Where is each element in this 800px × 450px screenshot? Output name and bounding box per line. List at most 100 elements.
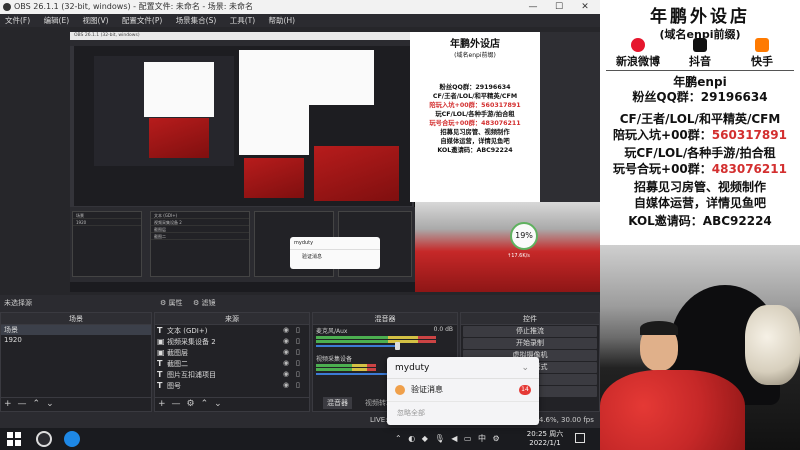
microphone-icon[interactable]: 🎙 <box>434 434 444 443</box>
volume-meter <box>316 368 376 371</box>
douyin-icon <box>693 38 707 52</box>
remove-icon[interactable]: — <box>172 399 181 409</box>
source-row[interactable]: T 截图二 ◉ ▯ <box>155 358 309 369</box>
preview-promo-qq: 粉丝QQ群：29196634 <box>439 84 511 91</box>
streamer-camera <box>600 245 800 450</box>
camera-icon: ▣ <box>157 337 165 346</box>
windows-taskbar: ⌃ ◐ ◆ 🎙 ◀ ▭ 中 ⚙ 20:25 周六 2022/1/1 <box>0 428 600 450</box>
menu-bar: 文件(F) 编辑(E) 视图(V) 配置文件(P) 场景集合(S) 工具(T) … <box>0 14 600 27</box>
nested-deep-promo <box>144 62 214 117</box>
menu-profile[interactable]: 配置文件(P) <box>122 16 162 25</box>
windows-start-icon[interactable] <box>6 431 22 447</box>
preview-promo-l6: 自媒体运营，详情见鱼吧 <box>440 138 510 145</box>
browser-taskbar-icon[interactable] <box>64 431 80 447</box>
lock-icon: ▯ <box>296 326 300 334</box>
promo-line7: KOL邀请码：ABC92224 <box>628 214 772 228</box>
tab-mixer[interactable]: 混音器 <box>323 397 352 409</box>
chevron-down-icon[interactable]: ⌄ <box>521 357 529 379</box>
move-up-icon[interactable]: ⌃ <box>201 399 209 409</box>
unread-count-badge: 14 <box>519 385 531 395</box>
add-icon[interactable]: + <box>4 399 12 409</box>
promo-title: 年鹏外设店 <box>650 7 750 27</box>
volume-knob[interactable] <box>395 342 400 350</box>
add-icon[interactable]: + <box>158 399 166 409</box>
mixer-channel-mic: 麦克风/Aux 0.0 dB <box>313 325 457 353</box>
divider <box>606 70 794 71</box>
clock-time: 20:25 周六 <box>526 430 564 438</box>
close-button[interactable]: ✕ <box>572 0 598 14</box>
window-title: OBS 26.1.1 (32-bit, windows) - 配置文件: 未命名… <box>14 2 254 11</box>
preview-promo-l1: CF/王者/LOL/和平精英/CFM <box>432 93 518 100</box>
tray-app-icon[interactable]: ◆ <box>422 434 428 443</box>
filters-button[interactable]: ⚙ 滤镜 <box>193 295 216 312</box>
preview-mini-notification: myduty 验证消息 <box>290 237 380 269</box>
scene-item[interactable]: 1920 <box>1 335 151 345</box>
no-source-label: 未选择源 <box>4 299 32 307</box>
source-row[interactable]: T 图片互扣浦项目 ◉ ▯ <box>155 369 309 380</box>
volume-meter <box>316 336 436 339</box>
move-up-icon[interactable]: ⌃ <box>33 399 41 409</box>
nested-title: OBS 26.1.1 (32-bit, windows) <box>70 32 415 40</box>
source-row[interactable]: ▣ 视频采集设备 2 ◉ ▯ <box>155 336 309 347</box>
move-down-icon[interactable]: ⌄ <box>214 399 222 409</box>
scenes-footer: + — ⌃ ⌄ <box>1 397 151 411</box>
nested-taskbar <box>70 282 415 292</box>
preview-promo-card: 年鹏外设店 (域名enpi前缀) 粉丝QQ群：29196634 CF/王者/LO… <box>410 32 540 202</box>
gear-icon[interactable]: ⚙ <box>187 399 195 409</box>
nested-streamer <box>244 158 304 198</box>
move-down-icon[interactable]: ⌄ <box>46 399 54 409</box>
lock-icon: ▯ <box>296 348 300 356</box>
notification-popup[interactable]: myduty ⌄ 验证消息 14 忽略全部 <box>387 357 539 425</box>
source-toolbar: 未选择源 ⚙ 属性 ⚙ 滤镜 <box>0 295 600 312</box>
notification-item[interactable]: 验证消息 14 <box>387 379 539 401</box>
text-icon: T <box>157 359 163 368</box>
preview-promo-l2: 陪玩入坑+00群：560317891 <box>429 102 521 109</box>
channel-level: 0.0 dB <box>433 326 453 333</box>
notification-center-icon[interactable] <box>575 433 585 443</box>
obs-taskbar-icon[interactable] <box>36 431 52 447</box>
menu-help[interactable]: 帮助(H) <box>269 16 296 25</box>
menu-view[interactable]: 视图(V) <box>83 16 109 25</box>
eye-icon: ◉ <box>283 381 290 389</box>
minimize-button[interactable]: — <box>520 0 546 14</box>
clock[interactable]: 20:25 周六 2022/1/1 <box>525 430 565 448</box>
channel-name: 麦克风/Aux <box>316 328 348 335</box>
remove-icon[interactable]: — <box>18 399 27 409</box>
promo-panel: 年鹏外设店 (域名enpi前缀) 新浪微博 抖音 快手 年鹏enpi 粉丝QQ群… <box>600 0 800 245</box>
stop-streaming-button[interactable]: 停止推流 <box>463 326 597 337</box>
menu-scene-collection[interactable]: 场景集合(S) <box>176 16 217 25</box>
preview-area[interactable]: OBS 26.1.1 (32-bit, windows) 场景 1920 文本 … <box>0 27 600 295</box>
preview-streamer-video: 19% ↑17.6K/s <box>415 202 600 292</box>
volume-slider[interactable] <box>316 345 396 347</box>
start-recording-button[interactable]: 开始录制 <box>463 338 597 349</box>
source-row[interactable]: T 图号 ◉ ▯ <box>155 380 309 391</box>
source-row[interactable]: T 文本 (GDI+) ◉ ▯ <box>155 325 309 336</box>
ime-indicator[interactable]: 中 <box>478 434 486 443</box>
sources-dock: 来源 T 文本 (GDI+) ◉ ▯ ▣ 视频采集设备 2 ◉ ▯ ▣ 截图层 ◉ ▯ T 截图二 ◉… <box>154 312 310 412</box>
social-kuaishou: 快手 <box>732 38 792 69</box>
text-icon: T <box>157 381 163 390</box>
notification-item-label: 验证消息 <box>411 385 443 394</box>
lock-icon: ▯ <box>296 381 300 389</box>
volume-icon[interactable]: ◀ <box>451 434 457 443</box>
promo-line2: 陪玩入坑+00群：560317891 <box>613 128 787 142</box>
promo-qq: 粉丝QQ群：29196634 <box>632 90 768 104</box>
tray-app-icon-2[interactable]: ⚙ <box>493 434 500 443</box>
maximize-button[interactable]: ☐ <box>546 0 572 14</box>
nested-preview <box>74 46 412 206</box>
screen: OBS 26.1.1 (32-bit, windows) - 配置文件: 未命名… <box>0 0 800 450</box>
display-icon[interactable]: ▭ <box>464 434 472 443</box>
menu-tools[interactable]: 工具(T) <box>230 16 255 25</box>
social-weibo: 新浪微博 <box>608 38 668 69</box>
menu-file[interactable]: 文件(F) <box>5 16 30 25</box>
network-icon[interactable]: ◐ <box>408 434 415 443</box>
volume-slider[interactable] <box>316 373 396 375</box>
source-row[interactable]: ▣ 截图层 ◉ ▯ <box>155 347 309 358</box>
ignore-all-button[interactable]: 忽略全部 <box>387 401 539 423</box>
preview-canvas[interactable]: OBS 26.1.1 (32-bit, windows) 场景 1920 文本 … <box>70 32 600 292</box>
clock-date: 2022/1/1 <box>529 439 561 447</box>
chevron-up-icon[interactable]: ⌃ <box>395 434 402 443</box>
menu-edit[interactable]: 编辑(E) <box>44 16 70 25</box>
scene-item[interactable]: 场景 <box>1 325 151 335</box>
properties-button[interactable]: ⚙ 属性 <box>160 295 183 312</box>
